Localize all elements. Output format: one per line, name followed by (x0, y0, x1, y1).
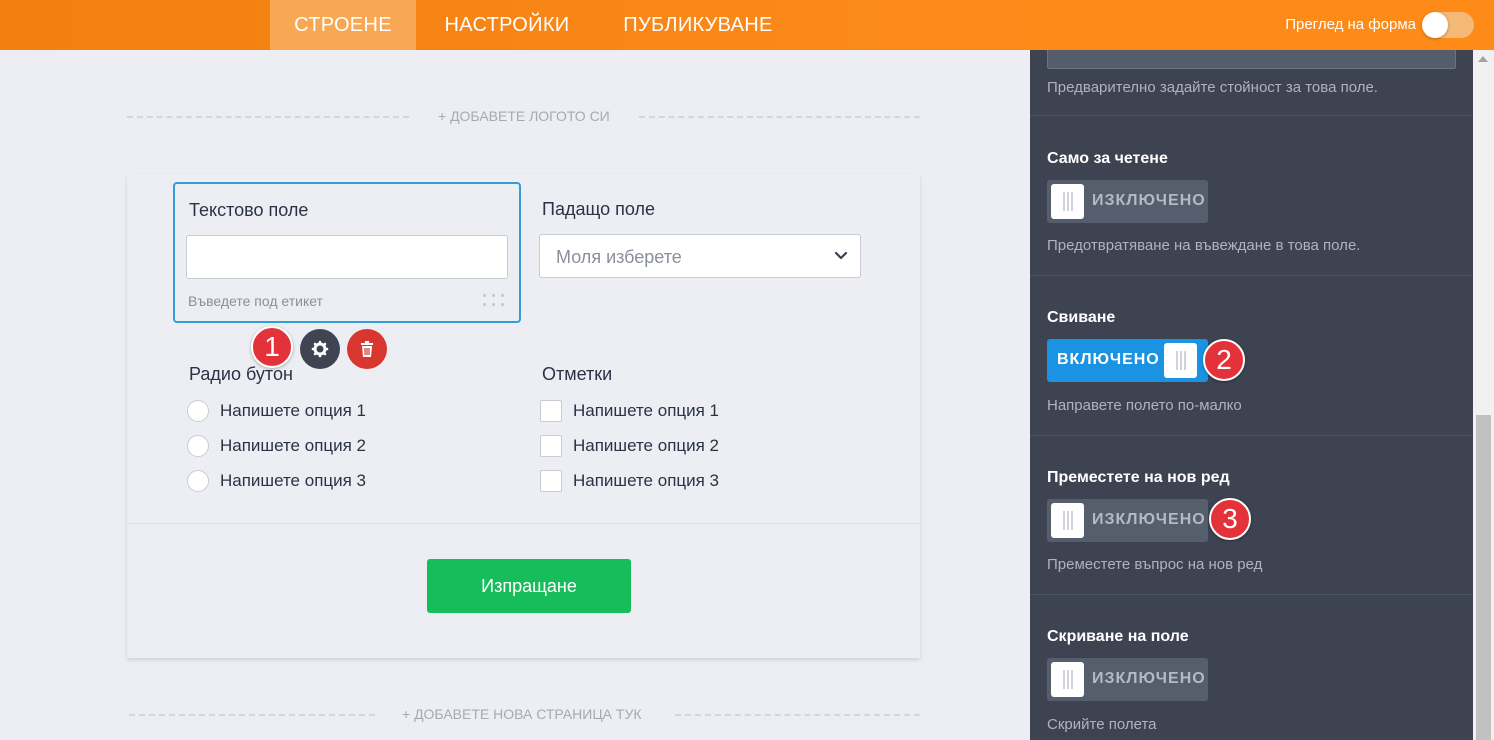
shrink-description: Направете полето по-малко (1047, 397, 1242, 414)
shrink-toggle[interactable]: ВКЛЮЧЕНО (1047, 339, 1208, 382)
form-card: Текстово поле Въведете под етикет Падащо… (127, 174, 920, 658)
section-separator (1030, 594, 1473, 595)
toggle-knob (1164, 343, 1197, 378)
form-preview-label: Преглед на форма (1285, 16, 1416, 33)
tab-build[interactable]: СТРОЕНЕ (270, 0, 416, 50)
toggle-knob (1051, 662, 1084, 697)
hide-field-toggle-state: ИЗКЛЮЧЕНО (1092, 670, 1206, 687)
readonly-title: Само за четене (1047, 150, 1168, 167)
top-bar: СТРОЕНЕ НАСТРОЙКИ ПУБЛИКУВАНЕ Преглед на… (0, 0, 1494, 50)
field-properties-panel: Предварително задайте стойност за това п… (1030, 50, 1473, 740)
dropdown-selected-value: Моля изберете (556, 247, 682, 267)
annotation-badge-2: 2 (1203, 339, 1245, 381)
checkbox-option-1[interactable] (540, 400, 562, 422)
readonly-toggle-state: ИЗКЛЮЧЕНО (1092, 192, 1206, 209)
tab-publish[interactable]: ПУБЛИКУВАНЕ (606, 0, 790, 50)
section-separator (1030, 275, 1473, 276)
dropdown-select[interactable]: Моля изберете (539, 234, 861, 278)
hide-field-toggle[interactable]: ИЗКЛЮЧЕНО (1047, 658, 1208, 701)
dashed-divider (639, 116, 920, 118)
trash-icon (361, 341, 373, 357)
new-line-title: Преместете на нов ред (1047, 469, 1230, 486)
toggle-knob (1051, 503, 1084, 538)
add-logo-row[interactable]: + ДОБАВЕТЕ ЛОГОТО СИ (127, 107, 920, 127)
new-line-toggle[interactable]: ИЗКЛЮЧЕНО (1047, 499, 1208, 542)
dropdown-label[interactable]: Падащо поле (542, 199, 655, 220)
radio-option-1[interactable] (187, 400, 209, 422)
add-logo-link[interactable]: + ДОБАВЕТЕ ЛОГОТО СИ (438, 108, 610, 124)
delete-field-button[interactable] (347, 329, 387, 369)
toggle-knob (1051, 184, 1084, 219)
hide-field-title: Скриване на поле (1047, 628, 1189, 645)
hide-field-description: Скрийте полета (1047, 716, 1157, 733)
section-separator (1030, 435, 1473, 436)
checkbox-option-3-label[interactable]: Напишете опция 3 (573, 471, 719, 491)
shrink-toggle-state: ВКЛЮЧЕНО (1057, 351, 1160, 368)
checkbox-option-3[interactable] (540, 470, 562, 492)
annotation-badge-3: 3 (1209, 498, 1251, 540)
checkbox-option-2[interactable] (540, 435, 562, 457)
default-value-input[interactable] (1047, 50, 1456, 69)
new-line-toggle-state: ИЗКЛЮЧЕНО (1092, 511, 1206, 528)
scroll-up-arrow-icon[interactable] (1478, 56, 1488, 62)
text-field-input[interactable] (186, 235, 508, 279)
add-page-row[interactable]: + ДОБАВЕТЕ НОВА СТРАНИЦА ТУК (127, 705, 920, 725)
dashed-divider (675, 714, 920, 716)
dashed-divider (127, 116, 409, 118)
tab-settings[interactable]: НАСТРОЙКИ (424, 0, 590, 50)
radio-option-3[interactable] (187, 470, 209, 492)
dashed-divider (129, 714, 375, 716)
chevron-down-icon (834, 251, 848, 260)
readonly-description: Предотвратяване на въвеждане в това поле… (1047, 237, 1361, 254)
radio-option-2-label[interactable]: Напишете опция 2 (220, 436, 366, 456)
card-divider (127, 523, 920, 524)
checkbox-option-2-label[interactable]: Напишете опция 2 (573, 436, 719, 456)
checkbox-option-1-label[interactable]: Напишете опция 1 (573, 401, 719, 421)
radio-option-3-label[interactable]: Напишете опция 3 (220, 471, 366, 491)
drag-handle-icon[interactable] (483, 294, 505, 308)
add-page-link[interactable]: + ДОБАВЕТЕ НОВА СТРАНИЦА ТУК (402, 706, 642, 722)
checkbox-group-label[interactable]: Отметки (542, 364, 612, 385)
toggle-knob (1422, 12, 1448, 38)
gear-icon (311, 340, 329, 358)
section-separator (1030, 115, 1473, 116)
panel-scrollbar-thumb[interactable] (1476, 415, 1491, 740)
radio-option-2[interactable] (187, 435, 209, 457)
readonly-toggle[interactable]: ИЗКЛЮЧЕНО (1047, 180, 1208, 223)
submit-button[interactable]: Изпращане (427, 559, 631, 613)
text-field-label[interactable]: Текстово поле (189, 200, 308, 221)
form-preview-toggle[interactable] (1422, 12, 1474, 38)
field-settings-button[interactable] (300, 329, 340, 369)
new-line-description: Преместете въпрос на нов ред (1047, 556, 1263, 573)
default-value-description: Предварително задайте стойност за това п… (1047, 79, 1378, 96)
text-field-selected[interactable]: Текстово поле Въведете под етикет (173, 182, 521, 323)
text-field-sublabel[interactable]: Въведете под етикет (188, 293, 323, 309)
annotation-badge-1: 1 (251, 326, 293, 368)
shrink-title: Свиване (1047, 309, 1116, 326)
radio-option-1-label[interactable]: Напишете опция 1 (220, 401, 366, 421)
